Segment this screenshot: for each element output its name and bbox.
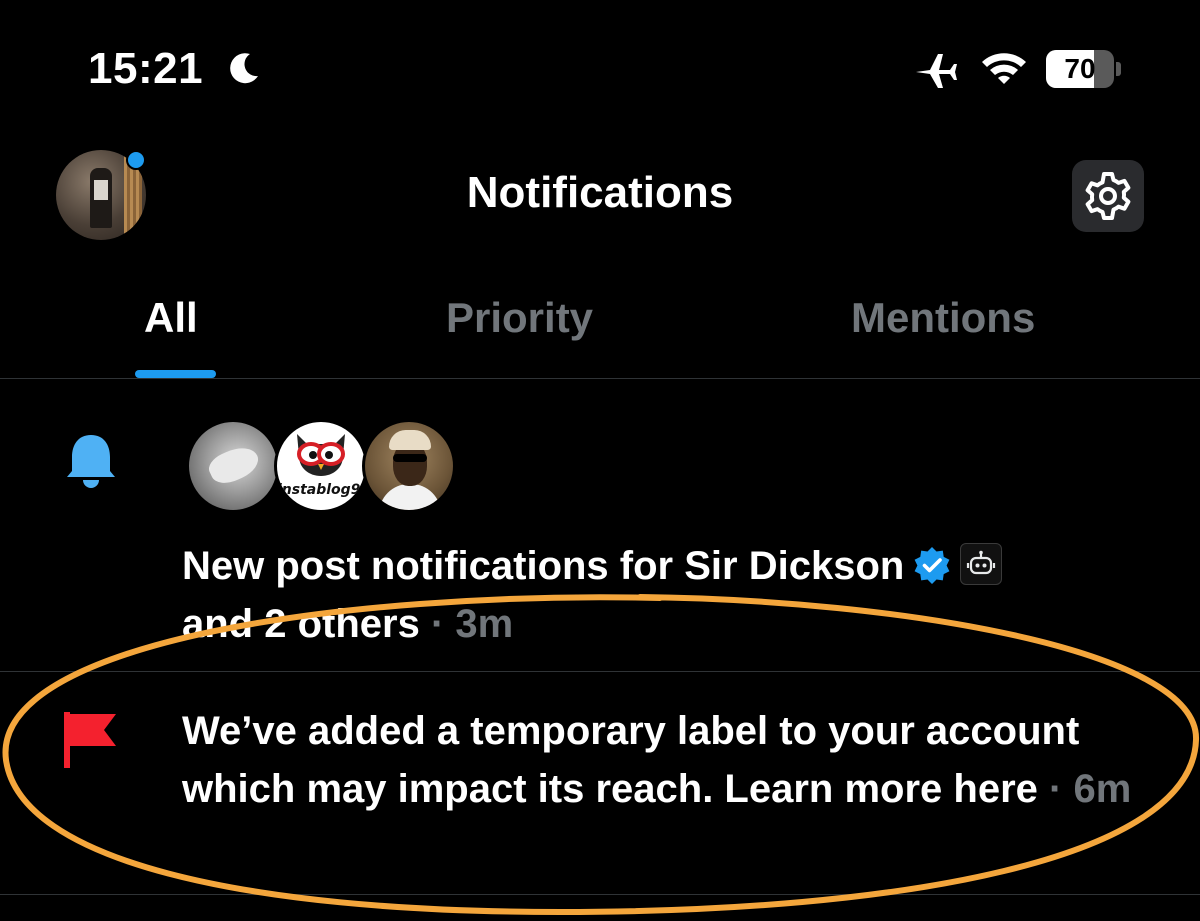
tab-bar: All Priority Mentions: [0, 270, 1200, 379]
avatar-instablog9ja[interactable]: instablog9ja: [274, 419, 368, 513]
avatar-hand[interactable]: [186, 419, 280, 513]
automated-account-badge: [960, 543, 1003, 585]
battery-level: 70: [1064, 53, 1096, 84]
moon-icon: [230, 53, 258, 84]
avatar-hand-image: [205, 440, 263, 490]
owl-logo-icon: [297, 434, 345, 476]
avatar-brand-text: instablog9ja: [277, 482, 368, 498]
avatar-cap: [389, 430, 431, 450]
avatar-glasses: [393, 454, 427, 462]
wifi-icon: [982, 53, 1026, 84]
avatar-robe: [379, 484, 441, 510]
notification-item[interactable]: instablog9ja New post notifications for …: [0, 379, 1200, 672]
settings-button[interactable]: [1072, 160, 1144, 232]
tab-all[interactable]: All: [144, 294, 198, 342]
robot-icon: [967, 550, 996, 575]
unread-dot: [126, 150, 146, 170]
verified-badge-icon: [914, 547, 950, 584]
status-time: 15:21: [88, 44, 204, 93]
avatar-man-sunglasses[interactable]: [362, 419, 456, 513]
flag-icon: [64, 712, 116, 768]
battery-cap: [1116, 62, 1121, 76]
header: Notifications: [0, 140, 1200, 250]
avatar-stack: instablog9ja: [186, 419, 466, 513]
notification-text: We’ve added a temporary label to your ac…: [182, 702, 1142, 818]
notification-item-label-warning[interactable]: We’ve added a temporary label to your ac…: [0, 672, 1200, 895]
airplane-icon: [916, 54, 957, 88]
tab-active-indicator: [135, 370, 216, 378]
battery-icon: 70: [1046, 50, 1122, 88]
notification-time: · 6m: [1049, 767, 1132, 811]
notification-text: New post notifications for Sir Dickson a…: [182, 537, 1142, 653]
notification-message: New post notifications for Sir Dickson: [182, 544, 905, 588]
tab-priority[interactable]: Priority: [446, 294, 593, 342]
notification-time: · 3m: [430, 602, 514, 646]
tab-mentions[interactable]: Mentions: [851, 294, 1035, 342]
gear-icon: [1085, 172, 1131, 220]
page-title: Notifications: [466, 168, 734, 217]
battery-body: 70: [1046, 50, 1114, 88]
notification-message[interactable]: We’ve added a temporary label to your ac…: [182, 709, 1079, 811]
bell-icon: [67, 435, 115, 488]
status-bar: 15:21 70: [0, 0, 1200, 140]
notification-message-continued: and 2 others: [182, 602, 420, 646]
